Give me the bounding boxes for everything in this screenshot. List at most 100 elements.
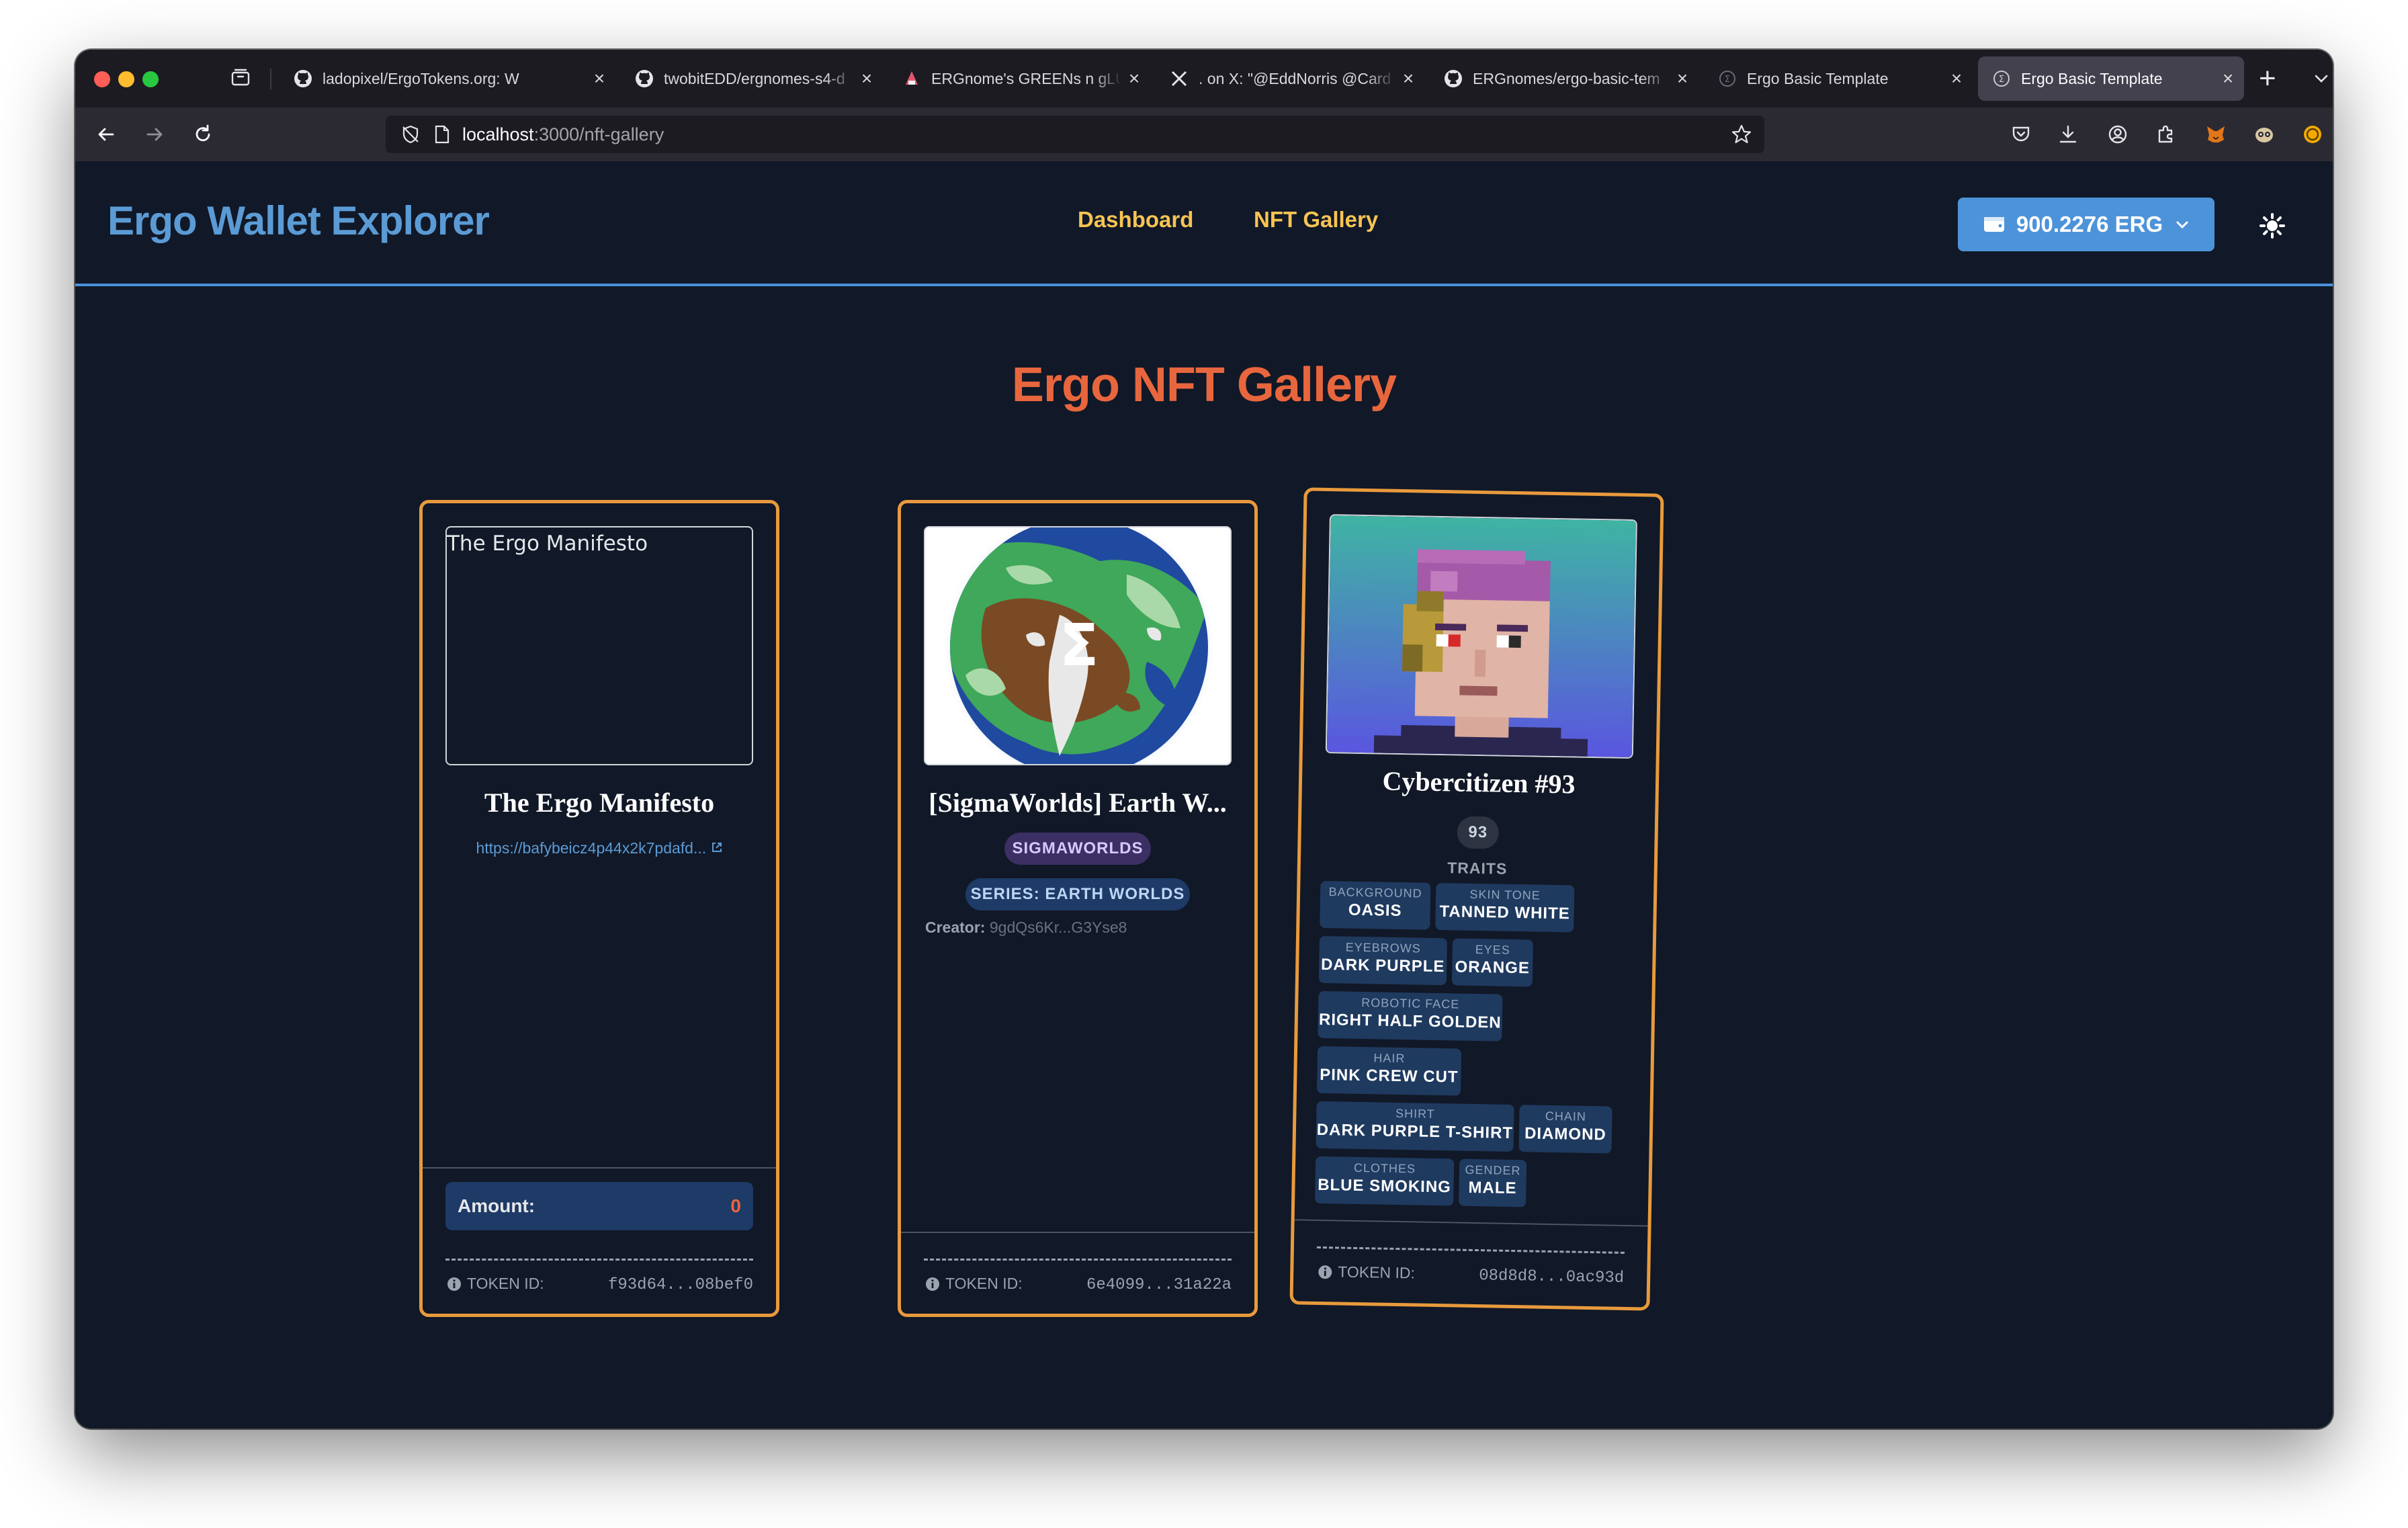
tab-title: Ergo Basic Template bbox=[1747, 69, 1889, 87]
url-path: :3000/nft-gallery bbox=[533, 124, 664, 144]
nft-link[interactable]: https://bafybeicz4p44x2k7pdafd... bbox=[423, 839, 776, 857]
trait-value: RIGHT HALF GOLDEN bbox=[1318, 1010, 1502, 1032]
new-tab-button[interactable]: + bbox=[2259, 62, 2276, 95]
close-icon[interactable]: × bbox=[1122, 68, 1146, 89]
chevron-down-icon[interactable] bbox=[2313, 70, 2330, 87]
tab-ergo-basic-template[interactable]: Σ Ergo Basic Template × bbox=[1704, 56, 1973, 101]
token-id-label: TOKEN ID: bbox=[447, 1275, 544, 1293]
bookmark-star-icon[interactable] bbox=[1731, 124, 1752, 145]
wallet-balance-label: 900.2276 ERG bbox=[2016, 212, 2163, 237]
maximize-window-button[interactable] bbox=[142, 71, 159, 87]
card-divider bbox=[1294, 1219, 1648, 1227]
card-divider bbox=[423, 1167, 776, 1169]
trait-chip-hair: HAIR PINK CREW CUT bbox=[1316, 1046, 1462, 1096]
trait-chip-robotic-face: ROBOTIC FACE RIGHT HALF GOLDEN bbox=[1318, 990, 1503, 1042]
token-id-value[interactable]: f93d64...08bef0 bbox=[608, 1276, 753, 1294]
creator-value[interactable]: 9gdQs6Kr...G3Yse8 bbox=[990, 919, 1127, 936]
nautilus-extension-button[interactable] bbox=[2299, 121, 2326, 148]
svg-text:Σ: Σ bbox=[1725, 75, 1730, 85]
github-icon bbox=[293, 69, 313, 89]
token-id-value[interactable]: 08d8d8...0ac93d bbox=[1479, 1267, 1624, 1287]
nft-image-cybercitizen bbox=[1325, 514, 1637, 759]
nav-link-dashboard[interactable]: Dashboard bbox=[1078, 207, 1193, 232]
github-icon bbox=[1443, 69, 1463, 89]
svg-text:Σ: Σ bbox=[1999, 75, 2004, 85]
account-icon bbox=[2108, 125, 2127, 144]
close-icon[interactable]: × bbox=[1670, 68, 1694, 89]
extensions-button[interactable] bbox=[2153, 121, 2180, 148]
external-link-icon bbox=[712, 843, 722, 852]
arrow-right-icon bbox=[146, 128, 163, 141]
tab-title: ERGnome's GREENs n gLUC bbox=[931, 69, 1122, 87]
pocket-button[interactable] bbox=[2008, 121, 2034, 148]
account-button[interactable] bbox=[2104, 121, 2131, 148]
trait-key: EYES bbox=[1475, 942, 1510, 957]
trait-key: GENDER bbox=[1465, 1162, 1521, 1178]
download-icon bbox=[2059, 125, 2077, 143]
url-host: localhost bbox=[462, 124, 534, 144]
trait-chip-clothes: CLOTHES BLUE SMOKING bbox=[1315, 1156, 1455, 1206]
earth-planet-image: Σ bbox=[942, 527, 1216, 764]
wallet-balance-button[interactable]: 900.2276 ERG bbox=[1958, 198, 2214, 251]
tab-ergo-basic-template-repo[interactable]: ERGnomes/ergo-basic-tem × bbox=[1430, 56, 1698, 101]
close-icon[interactable]: × bbox=[1396, 68, 1420, 89]
tab-ergo-basic-template-active[interactable]: Σ Ergo Basic Template × bbox=[1978, 56, 2244, 101]
info-icon bbox=[1318, 1265, 1332, 1279]
tab-ergnome-greens[interactable]: ERGnome's GREENs n gLUC × bbox=[888, 56, 1150, 101]
page-title: Ergo NFT Gallery bbox=[1011, 358, 1397, 412]
forward-button[interactable] bbox=[141, 121, 168, 148]
navigation-toolbar: localhost:3000/nft-gallery bbox=[75, 108, 2333, 163]
nft-card[interactable]: Σ [SigmaWorlds] Earth W... SIGMAWORLDS S… bbox=[898, 500, 1258, 1317]
tab-title: ladopixel/ErgoTokens.org: W bbox=[322, 69, 519, 87]
page-info-icon[interactable] bbox=[434, 125, 450, 144]
trait-value: DARK PURPLE bbox=[1320, 955, 1445, 976]
brand-logo-text[interactable]: Ergo Wallet Explorer bbox=[108, 198, 490, 244]
tracking-protection-icon[interactable] bbox=[400, 124, 421, 144]
nft-name: The Ergo Manifesto bbox=[484, 788, 715, 818]
token-id-value[interactable]: 6e4099...31a22a bbox=[1086, 1276, 1232, 1294]
token-id-label: TOKEN ID: bbox=[1318, 1263, 1415, 1283]
info-icon bbox=[447, 1277, 461, 1291]
metamask-extension-button[interactable] bbox=[2202, 121, 2229, 148]
nft-image-placeholder: The Ergo Manifesto bbox=[445, 526, 753, 765]
dashed-divider bbox=[924, 1259, 1232, 1261]
card-divider bbox=[901, 1232, 1254, 1233]
back-button[interactable] bbox=[93, 121, 120, 148]
x-icon bbox=[1169, 69, 1189, 89]
tab-overview-icon[interactable] bbox=[231, 69, 250, 86]
close-icon[interactable]: × bbox=[587, 68, 611, 89]
close-icon[interactable]: × bbox=[2216, 68, 2240, 89]
close-icon[interactable]: × bbox=[855, 68, 879, 89]
wallet-extension-button[interactable] bbox=[2251, 121, 2278, 148]
token-id-label: TOKEN ID: bbox=[925, 1275, 1023, 1293]
trait-value: MALE bbox=[1468, 1178, 1517, 1198]
reload-button[interactable] bbox=[189, 121, 216, 148]
trait-chip-eyes: EYES ORANGE bbox=[1451, 938, 1533, 987]
nft-name: Cybercitizen #93 bbox=[1382, 765, 1576, 800]
nft-card[interactable]: The Ergo Manifesto The Ergo Manifesto ht… bbox=[419, 500, 779, 1317]
close-icon[interactable]: × bbox=[1944, 68, 1969, 89]
tab-x-post[interactable]: . on X: "@EddNorris @Card × bbox=[1156, 56, 1424, 101]
address-bar[interactable]: localhost:3000/nft-gallery bbox=[386, 116, 1764, 153]
minimize-window-button[interactable] bbox=[118, 71, 134, 87]
trait-chip-shirt: SHIRT DARK PURPLE T-SHIRT bbox=[1316, 1101, 1514, 1152]
browser-window: ladopixel/ErgoTokens.org: W × twobitEDD/… bbox=[75, 50, 2333, 1429]
tab-ergotokens[interactable]: ladopixel/ErgoTokens.org: W × bbox=[280, 56, 615, 101]
amount-box: Amount: 0 bbox=[445, 1182, 753, 1230]
pixel-avatar-image bbox=[1326, 515, 1637, 759]
trait-chip-skin-tone: SKIN TONE TANNED WHITE bbox=[1435, 882, 1575, 933]
nft-card[interactable]: Cybercitizen #93 93 TRAITS BACKGROUND OA… bbox=[1289, 487, 1664, 1311]
nft-link-text: https://bafybeicz4p44x2k7pdafd... bbox=[476, 839, 707, 857]
downloads-button[interactable] bbox=[2055, 121, 2081, 148]
trait-chip-chain: CHAIN DIAMOND bbox=[1518, 1105, 1612, 1154]
theme-toggle-sun-icon[interactable] bbox=[2259, 212, 2286, 239]
close-window-button[interactable] bbox=[94, 71, 110, 87]
trait-value: DARK PURPLE T-SHIRT bbox=[1316, 1120, 1514, 1142]
coin-icon bbox=[2304, 126, 2321, 143]
nav-link-nft-gallery[interactable]: NFT Gallery bbox=[1254, 207, 1378, 232]
traits-heading: TRAITS bbox=[1447, 859, 1508, 878]
svg-text:Σ: Σ bbox=[1060, 612, 1099, 679]
arrow-left-icon bbox=[98, 128, 114, 141]
tab-ergnomes-s4[interactable]: twobitEDD/ergnomes-s4-d × bbox=[621, 56, 883, 101]
token-label-text: TOKEN ID: bbox=[1338, 1263, 1416, 1282]
